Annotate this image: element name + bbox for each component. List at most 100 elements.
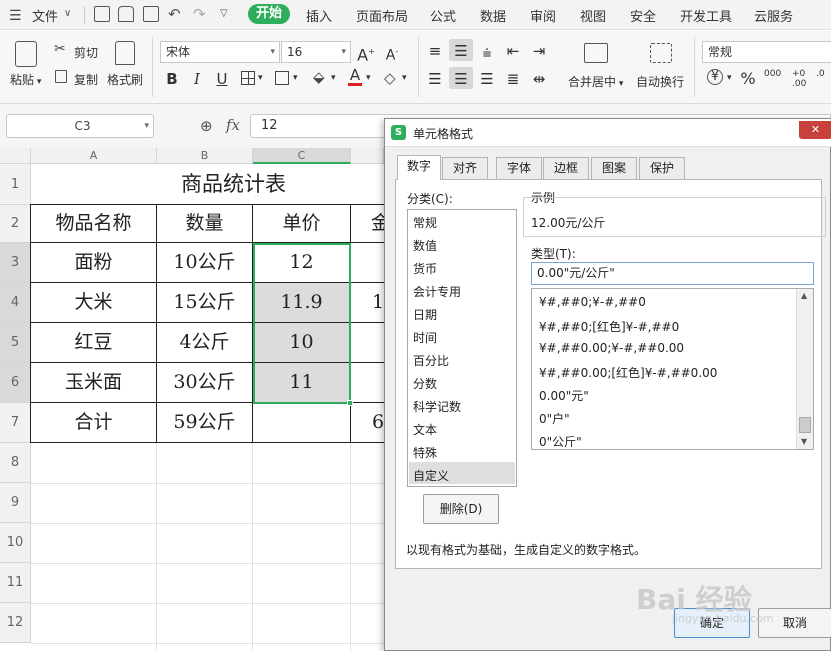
row-header[interactable]: 7 xyxy=(0,403,31,443)
chevron-down-icon[interactable]: ▾ xyxy=(293,73,298,83)
chevron-down-icon[interactable]: ▾ xyxy=(331,73,336,83)
tab-view[interactable]: 视图 xyxy=(580,6,606,25)
borders-icon[interactable] xyxy=(241,71,255,85)
fill-color-icon[interactable]: ⬙ xyxy=(313,68,325,86)
chevron-down-icon[interactable]: ▾ xyxy=(727,73,732,83)
column-header-c[interactable]: C xyxy=(253,148,351,164)
hamburger-icon[interactable]: ☰ xyxy=(9,8,22,24)
type-input[interactable]: 0.00"元/公斤" xyxy=(531,262,814,285)
format-list-scrollbar[interactable]: ▲ ▼ xyxy=(796,289,813,449)
file-menu[interactable]: 文件 xyxy=(32,6,58,25)
decrease-font-size-button[interactable]: A- xyxy=(383,44,401,64)
align-top-icon[interactable]: ≡ xyxy=(426,43,444,59)
scroll-down-icon[interactable]: ▼ xyxy=(801,437,807,446)
increase-font-size-button[interactable]: A+ xyxy=(357,44,375,63)
column-header-d[interactable] xyxy=(351,148,384,164)
name-cell[interactable]: 大米 xyxy=(31,283,156,322)
list-item[interactable]: ¥#,##0.00;[红色]¥-#,##0.00 xyxy=(539,364,717,381)
name-cell[interactable]: 合计 xyxy=(31,403,156,442)
insert-function-button[interactable]: fx xyxy=(226,116,240,134)
close-icon[interactable]: ✕ xyxy=(799,121,831,139)
list-item[interactable]: ¥#,##0.00;¥-#,##0.00 xyxy=(539,341,684,355)
list-item[interactable]: 分数 xyxy=(413,375,437,392)
name-cell[interactable]: 红豆 xyxy=(31,323,156,362)
list-item[interactable]: 0.00"元" xyxy=(539,387,589,404)
list-item[interactable]: 0"公斤" xyxy=(539,433,582,450)
increase-decimal-icon[interactable]: +0.00 xyxy=(792,69,806,89)
copy-button[interactable]: 复制 xyxy=(74,71,98,88)
font-size-combo[interactable]: 16 ▾ xyxy=(281,41,351,63)
column-header-a[interactable]: A xyxy=(31,148,157,164)
scroll-up-icon[interactable]: ▲ xyxy=(801,291,807,300)
align-bottom-icon[interactable]: ⩧ xyxy=(478,45,496,61)
save-icon[interactable] xyxy=(94,6,110,22)
merge-center-button[interactable]: 合并居中 ▾ xyxy=(568,73,623,90)
decrease-decimal-icon[interactable]: .0 xyxy=(816,69,825,79)
print-preview-icon[interactable] xyxy=(143,6,159,22)
bold-button[interactable]: B xyxy=(163,71,181,87)
clear-format-icon[interactable]: ◇ xyxy=(384,69,396,87)
row-header[interactable]: 3 xyxy=(0,243,31,283)
tab-border[interactable]: 边框 xyxy=(543,157,589,179)
row-header[interactable]: 10 xyxy=(0,523,31,563)
row-header[interactable]: 8 xyxy=(0,443,31,483)
column-header-b[interactable]: B xyxy=(157,148,253,164)
tab-protection[interactable]: 保护 xyxy=(639,157,685,179)
chevron-down-icon[interactable]: ▾ xyxy=(402,73,407,83)
tab-security[interactable]: 安全 xyxy=(630,6,656,25)
name-cell[interactable]: 玉米面 xyxy=(31,363,156,402)
header-cell[interactable]: 单价 xyxy=(253,205,350,242)
tab-data[interactable]: 数据 xyxy=(480,6,506,25)
tab-review[interactable]: 审阅 xyxy=(530,6,556,25)
tab-developer[interactable]: 开发工具 xyxy=(680,6,732,25)
row-header[interactable]: 1 xyxy=(0,164,31,205)
distributed-align-icon[interactable]: ⇹ xyxy=(530,71,548,87)
amount-cell[interactable]: 6 xyxy=(351,403,384,442)
font-name-combo[interactable]: 宋体 ▾ xyxy=(160,41,280,63)
cut-button[interactable]: 剪切 xyxy=(74,44,98,61)
tab-formulas[interactable]: 公式 xyxy=(430,6,456,25)
wrap-text-icon[interactable] xyxy=(650,43,672,63)
header-cell[interactable]: 数量 xyxy=(157,205,252,242)
name-cell[interactable]: 面粉 xyxy=(31,243,156,282)
tab-number[interactable]: 数字 xyxy=(397,155,441,180)
paste-icon[interactable] xyxy=(15,41,37,67)
qty-cell[interactable]: 4公斤 xyxy=(157,323,252,362)
customize-quick-access-icon[interactable]: ▽ xyxy=(220,8,228,19)
list-item[interactable]: 百分比 xyxy=(413,352,449,369)
row-header[interactable]: 5 xyxy=(0,323,31,363)
list-item[interactable]: ¥#,##0;¥-#,##0 xyxy=(539,295,646,309)
number-format-combo[interactable]: 常规 xyxy=(702,41,831,63)
price-cell[interactable]: 12 xyxy=(253,243,350,282)
list-item[interactable]: 自定义 xyxy=(413,467,449,484)
wrap-text-button[interactable]: 自动换行 xyxy=(636,73,684,90)
percent-button[interactable]: % xyxy=(739,71,757,87)
format-painter-button[interactable]: 格式刷 xyxy=(107,71,143,88)
select-all-corner[interactable] xyxy=(0,148,31,164)
print-icon[interactable] xyxy=(118,6,134,22)
qty-cell[interactable]: 10公斤 xyxy=(157,243,252,282)
justify-icon[interactable]: ≣ xyxy=(504,71,522,87)
row-header[interactable]: 6 xyxy=(0,363,31,403)
zoom-function-icon[interactable]: ⊕ xyxy=(200,117,213,135)
undo-icon[interactable]: ↶ xyxy=(168,5,181,23)
tab-home[interactable]: 开始 xyxy=(248,4,290,24)
currency-icon[interactable]: ¥ xyxy=(707,69,723,85)
chevron-down-icon[interactable]: ▾ xyxy=(258,73,263,83)
align-right-icon[interactable]: ☰ xyxy=(478,71,496,87)
align-center-icon[interactable]: ☰ xyxy=(452,71,470,87)
tab-page-layout[interactable]: 页面布局 xyxy=(356,6,408,25)
amount-cell[interactable]: 1 xyxy=(351,283,384,322)
category-list[interactable]: 常规 数值 货币 会计专用 日期 时间 百分比 分数 科学记数 文本 特殊 自定… xyxy=(407,209,517,487)
merge-center-icon[interactable] xyxy=(584,43,608,63)
list-item[interactable]: ¥#,##0;[红色]¥-#,##0 xyxy=(539,318,679,335)
underline-button[interactable]: U xyxy=(213,71,231,87)
list-item[interactable]: 时间 xyxy=(413,329,437,346)
list-item[interactable]: 数值 xyxy=(413,237,437,254)
list-item[interactable]: 日期 xyxy=(413,306,437,323)
align-middle-icon[interactable]: ☰ xyxy=(452,43,470,59)
italic-button[interactable]: I xyxy=(188,71,206,87)
header-cell[interactable]: 物品名称 xyxy=(31,205,156,242)
increase-indent-icon[interactable]: ⇥ xyxy=(530,43,548,59)
tab-alignment[interactable]: 对齐 xyxy=(442,157,488,179)
